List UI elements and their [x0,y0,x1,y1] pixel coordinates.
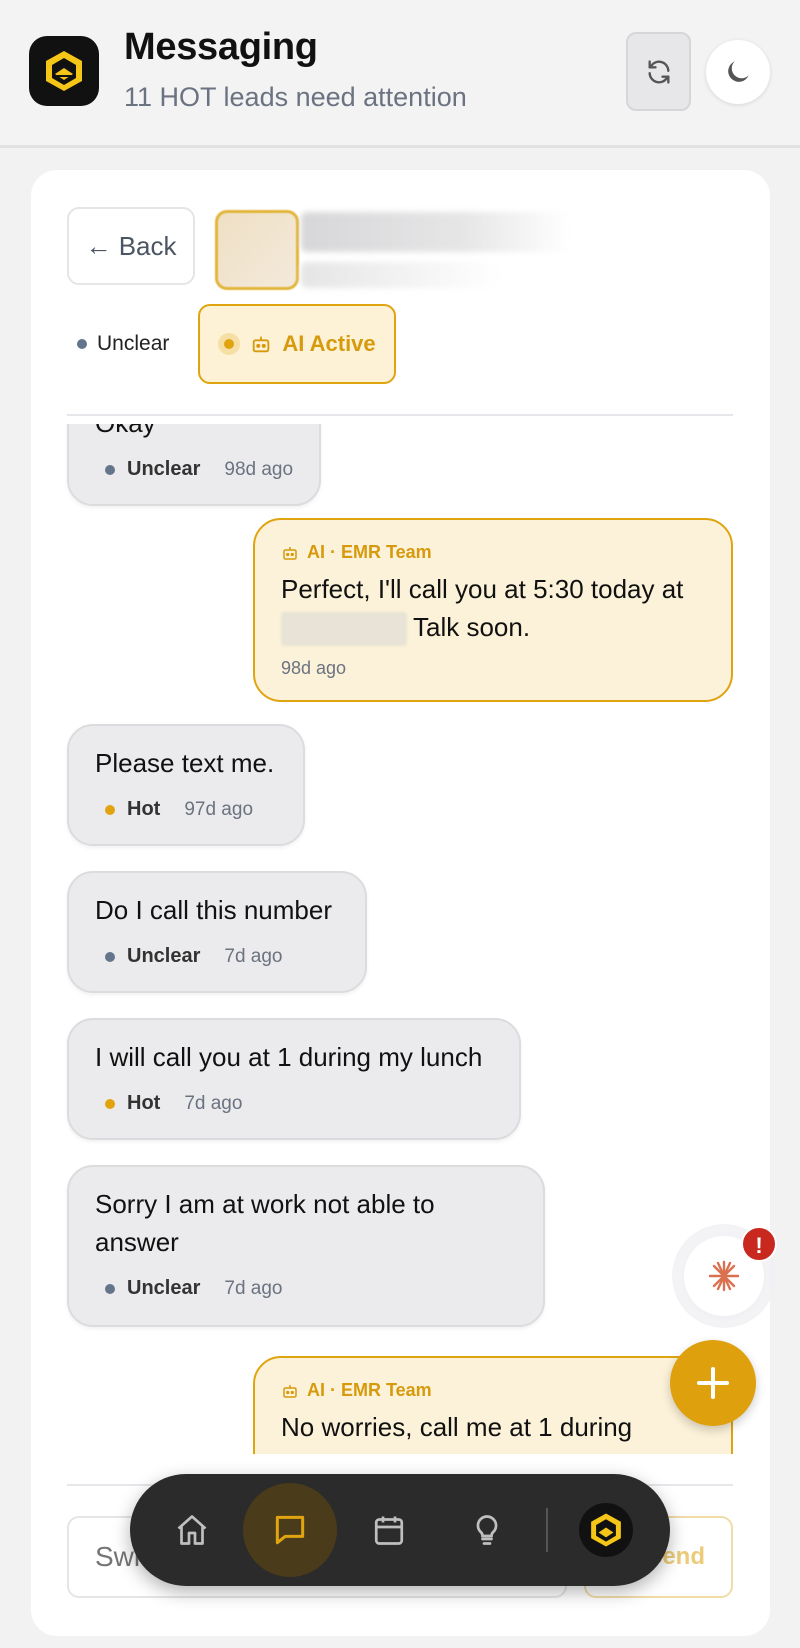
message-status: Hot [127,798,161,820]
contact-detail-redacted [301,262,501,288]
message-time: 98d ago [281,658,347,678]
logo-icon [46,51,82,91]
status-dot [105,951,115,962]
message-status: Unclear [127,1277,201,1299]
message-status: Unclear [127,458,201,480]
message-status: Unclear [127,945,201,967]
redacted-location [281,612,407,647]
message-sender: AI · EMR Team [281,542,432,563]
message-sender: AI · EMR Team [281,1380,432,1401]
message-bubble-outgoing: AI · EMR Team No worries, call me at 1 d… [253,1356,733,1454]
message-text: I will call you at 1 during my lunch [95,1042,483,1072]
message-time: 7d ago [224,1277,283,1299]
robot-icon [283,546,297,560]
message-text: Please text me. [95,748,275,778]
ai-active-label: AI Active [282,331,376,356]
nav-messages[interactable] [243,1483,337,1577]
lead-status-text: Unclear [97,332,170,355]
contact-avatar[interactable] [215,210,299,290]
sparkle-icon [708,1260,740,1292]
nav-insights[interactable] [447,1490,527,1570]
back-button[interactable]: ← Back [67,207,195,285]
header-divider [67,414,733,416]
alert-badge: ! [741,1226,777,1262]
message-bubble-incoming: Okay Unclear 98d ago [67,424,321,506]
message-status: Hot [127,1092,161,1114]
message-meta: Unclear 7d ago [105,945,283,968]
logo-icon [591,1513,621,1547]
message-bubble-outgoing: AI · EMR Team Perfect, I'll call you at … [253,518,733,702]
message-bubble-incoming: Please text me. Hot 97d ago [67,724,305,846]
nav-calendar[interactable] [349,1490,429,1570]
status-dot [105,1098,115,1109]
message-meta: Hot 97d ago [105,798,253,821]
app-header: Messaging 11 HOT leads need attention [0,0,800,148]
robot-icon [253,336,270,353]
nav-app-menu[interactable] [566,1490,646,1570]
contact-name-redacted [301,212,571,252]
message-text: Okay [95,424,156,442]
app-logo [579,1503,633,1557]
status-dot [105,1283,115,1294]
message-bubble-incoming: Sorry I am at work not able to answer Un… [67,1165,545,1327]
status-dot [105,804,115,815]
conversation-card: ← Back Unclear AI Active Okay Unclear 98… [31,170,770,1636]
message-meta: Unclear 98d ago [105,458,293,481]
page-subtitle: 11 HOT leads need attention [124,82,467,112]
robot-icon [283,1384,297,1398]
lead-status-label: Unclear [77,332,169,356]
page-title: Messaging [124,26,318,68]
message-time: 7d ago [224,945,283,967]
message-text: Perfect, I'll call you at 5:30 today at … [281,570,683,647]
message-meta: Hot 7d ago [105,1092,242,1115]
message-text: Sorry I am at work not able to answer [95,1189,435,1257]
calendar-icon [374,1516,404,1545]
message-text: Do I call this number [95,895,332,925]
message-meta: Unclear 7d ago [105,1277,283,1300]
ai-active-toggle[interactable]: AI Active [198,304,396,384]
messages-icon [275,1515,305,1545]
message-time: 7d ago [184,1092,243,1114]
refresh-button[interactable] [626,32,691,111]
message-time: 97d ago [184,798,254,820]
message-time: 98d ago [224,458,294,480]
dark-mode-toggle[interactable] [706,40,770,104]
moon-icon [728,61,749,82]
lightbulb-icon [476,1515,498,1545]
refresh-icon [648,59,669,84]
bottom-nav [130,1474,670,1586]
message-bubble-incoming: Do I call this number Unclear 7d ago [67,871,367,993]
message-bubble-incoming: I will call you at 1 during my lunch Hot… [67,1018,521,1140]
status-dot [105,464,115,475]
home-icon [177,1515,207,1545]
plus-icon [697,1367,729,1399]
nav-home[interactable] [152,1490,232,1570]
status-dot [77,339,87,349]
message-text: No worries, call me at 1 during [281,1412,633,1442]
add-button[interactable] [670,1340,756,1426]
ai-active-indicator [218,333,241,355]
app-logo [29,36,99,106]
nav-separator [546,1508,548,1552]
message-list[interactable]: Okay Unclear 98d ago AI · EMR Team Perfe… [31,424,770,1454]
